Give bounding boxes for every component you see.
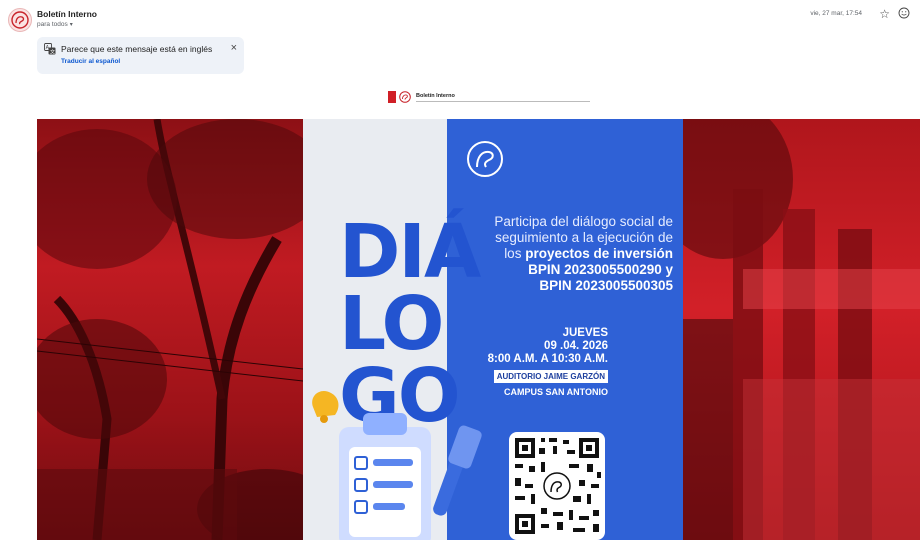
translate-banner: A 文 Parece que este mensaje está en ingl…: [37, 37, 244, 74]
poster-projects-line-2: BPIN 2023005500290 y: [528, 262, 673, 277]
sender-avatar[interactable]: [8, 8, 32, 32]
poster-big-word-2: LO: [339, 281, 444, 367]
event-day: JUEVES: [562, 327, 608, 339]
newsletter-logo-icon: [399, 91, 411, 103]
building-silhouette-icon: [653, 119, 920, 540]
poster-projects-line-1: proyectos de inversión: [525, 246, 673, 261]
newsletter-divider: [416, 101, 590, 102]
email-date: vie, 27 mar, 17:54: [810, 10, 862, 17]
close-icon[interactable]: ×: [231, 42, 237, 54]
chevron-down-icon: ▾: [69, 22, 73, 28]
sender-name: Boletín Interno: [37, 9, 97, 19]
newsletter-header: Boletín Interno: [388, 91, 590, 103]
poster-projects: los proyectos de inversión BPIN 20230055…: [504, 246, 673, 294]
recipient-label: para todos: [37, 21, 68, 28]
event-place-badge: AUDITORIO JAIME GARZÓN: [493, 370, 608, 383]
translate-icon: A 文: [44, 43, 56, 55]
emoji-icon[interactable]: [898, 7, 910, 19]
poster-intro-lead: los: [504, 246, 526, 261]
recipient-details[interactable]: para todos ▾: [37, 21, 73, 28]
clipboard-illustration-icon: [312, 390, 482, 540]
event-banner: DIÁ LO GO Participa del diálogo social d…: [37, 119, 920, 540]
poster-intro: Participa del diálogo social de seguimie…: [494, 214, 673, 245]
qr-code[interactable]: [509, 432, 605, 540]
translate-link[interactable]: Traducir al español: [61, 58, 120, 65]
svg-text:A: A: [46, 45, 50, 51]
event-time: 8:00 A.M. A 10:30 A.M.: [487, 353, 608, 365]
brand-logo-icon: [11, 11, 29, 29]
svg-text:文: 文: [50, 49, 55, 56]
event-campus: CAMPUS SAN ANTONIO: [503, 387, 608, 397]
campus-photo-right: [653, 119, 920, 540]
translate-message: Parece que este mensaje está en inglés: [61, 44, 213, 54]
campus-photo-left: [37, 119, 337, 540]
newsletter-title: Boletín Interno: [416, 93, 455, 99]
university-seal-icon: [467, 141, 503, 177]
qr-code-icon: [515, 438, 601, 534]
event-poster: DIÁ LO GO Participa del diálogo social d…: [303, 119, 683, 540]
newsletter-red-block: [388, 91, 396, 103]
star-icon[interactable]: ☆: [879, 7, 890, 21]
poster-projects-line-3: BPIN 2023005500305: [539, 278, 673, 293]
event-date: 09 .04. 2026: [544, 340, 608, 352]
tree-silhouette-icon: [37, 119, 337, 540]
